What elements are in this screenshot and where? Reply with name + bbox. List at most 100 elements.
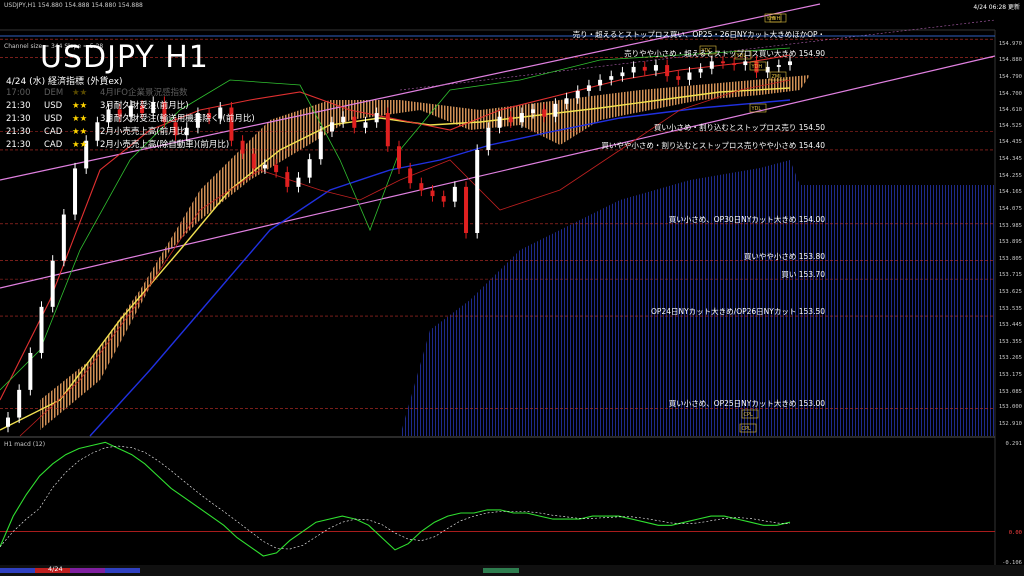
candle-body: [586, 85, 591, 91]
current-session-marker: [483, 568, 519, 573]
event-label: 3月耐久財受注(輸送用機器除く)(前月比): [100, 114, 255, 124]
price-tick: 153.715: [998, 272, 1022, 279]
event-label: 3月耐久財受注(前月比): [100, 101, 189, 111]
candle-body: [553, 103, 558, 117]
event-time: 21:30: [6, 114, 31, 124]
candle-body: [251, 153, 256, 169]
candle-body: [39, 306, 44, 353]
candle-body: [720, 61, 725, 64]
macd-axis-zero: 0.00: [1008, 530, 1022, 536]
candle-body: [776, 65, 781, 67]
order-label: 買いやや小さめ 153.80: [743, 251, 825, 261]
update-time: 4/24 06:28 更新: [973, 4, 1020, 11]
candle-body: [452, 186, 457, 202]
event-time: 21:30: [6, 101, 31, 111]
candle-body: [698, 68, 703, 73]
order-label: 買い 153.70: [781, 270, 825, 280]
event-stars: ★★: [72, 114, 88, 124]
price-tick: 154.165: [998, 189, 1022, 196]
price-tick: 154.970: [998, 40, 1022, 47]
price-tick: 154.610: [998, 107, 1022, 114]
price-tick: 153.175: [998, 372, 1022, 379]
price-tick: 154.345: [998, 156, 1022, 163]
event-row: 21:30 CAD ★★ 2月小売売上高(除自動車)(前月比): [6, 138, 229, 150]
price-tick: 153.355: [998, 338, 1022, 345]
level-tag: YDL: [751, 106, 762, 112]
candle-body: [262, 164, 267, 169]
order-label: 売り・超えるとストップロス買い、OP25・26日NYカット大きめほかOP・: [572, 30, 825, 40]
level-tag: ZML: [772, 74, 783, 80]
order-label: 売りやや小さめ・超えるとストップロス買い大きめ 154.90: [624, 48, 825, 58]
candle-body: [464, 186, 469, 233]
order-label: OP24日NYカット大きめ/OP26日NYカット 153.50: [651, 307, 825, 317]
chart-window: Y.Hi YDH YDC YDL YDL WHi ZML CPL CPL USDJPY,H1 1…: [0, 0, 1024, 576]
candle-body: [430, 190, 435, 197]
candle-body: [240, 140, 245, 154]
event-time: 21:30: [6, 127, 31, 137]
candle-body: [665, 65, 670, 77]
candle-body: [531, 109, 536, 114]
ichimoku-cloud-bear: [400, 160, 995, 436]
candle-body: [475, 149, 480, 233]
candle-body: [352, 116, 357, 128]
candle-body: [385, 113, 390, 147]
candle-body: [575, 90, 580, 99]
candle-body: [709, 61, 714, 69]
price-tick: 153.895: [998, 239, 1022, 246]
order-label: 買いやや小さめ・割り込むとストップロス売りやや小さめ 154.40: [601, 140, 825, 150]
order-label: 買い小さめ、OP25日NYカット大きめ 153.00: [668, 399, 825, 409]
event-row: 17:00 DEM ★★ 4月IFO企業景況感指数: [6, 86, 188, 98]
candle-body: [397, 146, 401, 169]
candle-body: [73, 168, 78, 215]
time-axis-bar: 4/24: [0, 565, 1024, 576]
event-row: 21:30 USD ★★ 3月耐久財受注(輸送用機器除く)(前月比): [6, 112, 255, 124]
level-tag: CPL: [744, 412, 754, 418]
level-tag: CPL: [742, 426, 752, 432]
event-ccy: DEM: [44, 88, 64, 98]
candle-body: [497, 116, 502, 128]
candle-body: [419, 183, 424, 191]
price-tick: 154.435: [998, 139, 1022, 146]
macd-signal: [0, 445, 791, 550]
macd-line: [0, 441, 791, 557]
candle-body: [620, 72, 625, 77]
event-stars: ★★: [72, 140, 88, 150]
event-ccy: CAD: [44, 140, 63, 150]
candle-body: [318, 131, 323, 160]
event-ccy: CAD: [44, 127, 63, 137]
price-tick: 154.790: [998, 73, 1022, 80]
candle-body: [274, 164, 279, 173]
macd-label: H1 macd (12): [4, 441, 46, 448]
price-tick: 153.985: [998, 222, 1022, 229]
price-tick: 153.625: [998, 288, 1022, 295]
session-bar: [0, 568, 140, 573]
candle-body: [285, 172, 290, 187]
candle-body: [329, 122, 334, 132]
candle-body: [374, 113, 379, 123]
candle-body: [631, 66, 636, 73]
window-title: USDJPY,H1 154.880 154.888 154.880 154.88…: [4, 2, 143, 9]
candle-body: [598, 79, 603, 86]
candle-body: [61, 214, 66, 261]
date-marker: 4/24: [48, 565, 63, 573]
candle-body: [486, 127, 491, 150]
event-label: 4月IFO企業景況感指数: [100, 88, 188, 98]
macd-axis-top: 0.291: [1005, 441, 1022, 447]
price-tick: 153.535: [998, 305, 1022, 312]
price-tick: 154.880: [998, 57, 1022, 64]
candle-body: [653, 65, 658, 71]
event-stars: ★★: [72, 127, 88, 137]
event-label: 2月小売売上高(前月比): [100, 127, 189, 137]
candle-body: [363, 122, 368, 128]
candle-body: [17, 389, 22, 418]
level-tag: WHi: [772, 16, 782, 22]
event-stars: ★★: [72, 88, 88, 98]
price-tick: 154.525: [998, 122, 1022, 129]
event-stars: ★★: [72, 101, 88, 111]
candle-body: [441, 196, 446, 202]
candle-body: [296, 177, 301, 187]
candle-body: [609, 76, 614, 80]
level-tag: YDH: [751, 64, 763, 70]
price-tick: 153.000: [998, 404, 1022, 411]
price-tick: 153.805: [998, 255, 1022, 262]
